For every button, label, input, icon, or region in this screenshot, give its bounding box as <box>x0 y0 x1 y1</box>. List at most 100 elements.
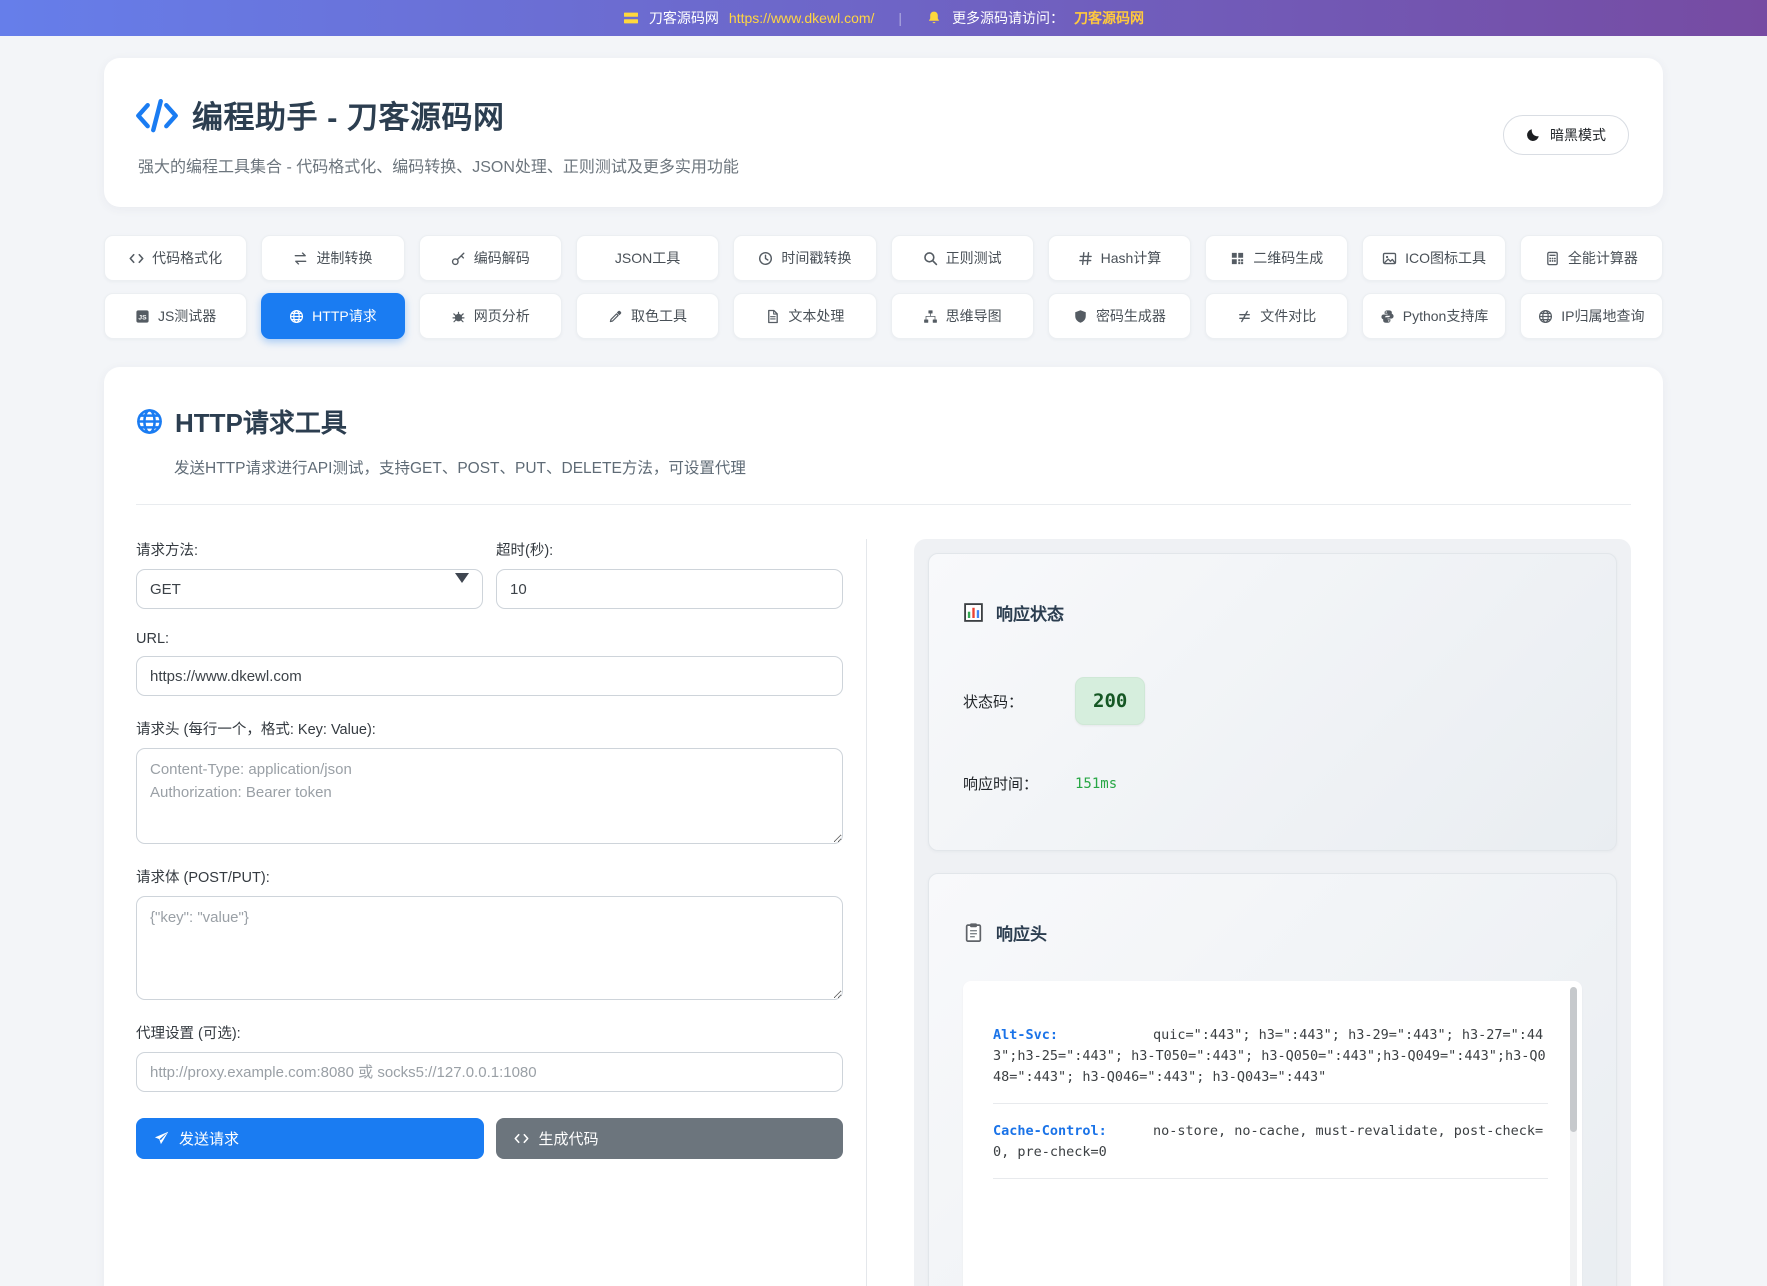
response-header-entry: Cache-Control:no-store, no-cache, must-r… <box>993 1121 1548 1179</box>
topbar-site-url-link[interactable]: https://www.dkewl.com/ <box>729 10 875 26</box>
tab-timestamp[interactable]: 时间戳转换 <box>733 235 876 281</box>
tab-hash-calc[interactable]: Hash计算 <box>1048 235 1191 281</box>
calculator-icon <box>1545 251 1560 266</box>
tab-label: JS测试器 <box>158 306 216 326</box>
request-headers-label: 请求头 (每行一个，格式: Key: Value): <box>136 718 843 739</box>
tab-label: 文件对比 <box>1260 306 1316 326</box>
tab-file-diff[interactable]: 文件对比 <box>1205 293 1348 339</box>
neq-icon <box>1237 309 1252 324</box>
code-icon <box>129 251 144 266</box>
tab-color-picker[interactable]: 取色工具 <box>576 293 719 339</box>
method-label: 请求方法: <box>136 539 483 560</box>
request-form: 请求方法: GET 超时(秒): URL: <box>136 539 843 1286</box>
tab-label: 进制转换 <box>316 248 372 268</box>
tab-label: HTTP请求 <box>312 306 377 326</box>
page-title: 编程助手 - 刀客源码网 <box>192 92 505 137</box>
moon-icon <box>1526 127 1541 142</box>
header-key: Alt-Svc: <box>993 1025 1153 1046</box>
request-headers-textarea[interactable] <box>136 748 843 844</box>
tab-code-format[interactable]: 代码格式化 <box>104 235 247 281</box>
tab-ip-lookup[interactable]: IP归属地查询 <box>1520 293 1663 339</box>
swap-icon <box>293 251 308 266</box>
tab-label: 代码格式化 <box>152 248 222 268</box>
code-icon <box>514 1131 529 1146</box>
tab-label: JSON工具 <box>615 248 680 268</box>
tool-description: 发送HTTP请求进行API测试，支持GET、POST、PUT、DELETE方法，… <box>174 456 1631 478</box>
paper-plane-icon <box>154 1131 169 1146</box>
file-icon <box>765 309 780 324</box>
bars-icon <box>623 10 639 26</box>
response-time-value: 151ms <box>1075 776 1117 792</box>
code-brackets-icon <box>136 97 178 133</box>
send-request-label: 发送请求 <box>179 1128 239 1149</box>
tabs-grid: 代码格式化 进制转换 编码解码 JSON工具 时间戳转换 正则测试 Hash计算 二维码生成 I… <box>104 235 1663 339</box>
tab-regex-test[interactable]: 正则测试 <box>891 235 1034 281</box>
svg-text:JS: JS <box>138 314 147 321</box>
tab-js-tester[interactable]: JS JS测试器 <box>104 293 247 339</box>
js-icon: JS <box>135 309 150 324</box>
globe-icon <box>289 309 304 324</box>
python-icon <box>1380 309 1395 324</box>
request-body-textarea[interactable] <box>136 896 843 1000</box>
tab-label: 网页分析 <box>474 306 530 326</box>
dark-mode-label: 暗黑模式 <box>1550 125 1606 145</box>
tab-json-tools[interactable]: JSON工具 <box>576 235 719 281</box>
timeout-label: 超时(秒): <box>496 539 843 560</box>
tab-label: 正则测试 <box>946 248 1002 268</box>
tab-ico-tool[interactable]: ICO图标工具 <box>1362 235 1505 281</box>
response-status-card: 响应状态 状态码： 200 响应时间： 151ms <box>928 553 1617 851</box>
topbar-more-link[interactable]: 刀客源码网 <box>1074 8 1144 28</box>
tab-label: 全能计算器 <box>1568 248 1638 268</box>
tool-title: HTTP请求工具 <box>175 403 347 440</box>
response-headers-card: 响应头 Alt-Svc:quic=":443"; h3=":443"; h3-2… <box>928 873 1617 1286</box>
tab-mindmap[interactable]: 思维导图 <box>891 293 1034 339</box>
clock-icon <box>758 251 773 266</box>
qr-icon <box>1230 251 1245 266</box>
timeout-input[interactable] <box>496 569 843 609</box>
dark-mode-toggle-button[interactable]: 暗黑模式 <box>1503 115 1629 155</box>
header-key: Cache-Control: <box>993 1121 1153 1142</box>
generate-code-button[interactable]: 生成代码 <box>496 1118 844 1159</box>
topbar-more-text: 更多源码请访问： <box>952 8 1064 28</box>
tab-label: 时间戳转换 <box>781 248 851 268</box>
bug-icon <box>451 309 466 324</box>
tab-encode-decode[interactable]: 编码解码 <box>419 235 562 281</box>
scrollbar-thumb[interactable] <box>1570 987 1577 1132</box>
tab-password-gen[interactable]: 密码生成器 <box>1048 293 1191 339</box>
proxy-input[interactable] <box>136 1052 843 1092</box>
generate-code-label: 生成代码 <box>539 1128 599 1149</box>
image-icon <box>1382 251 1397 266</box>
bell-icon <box>926 10 942 26</box>
tab-label: 编码解码 <box>474 248 530 268</box>
page-subtitle: 强大的编程工具集合 - 代码格式化、编码转换、JSON处理、正则测试及更多实用功… <box>138 153 739 177</box>
url-label: URL: <box>136 631 843 647</box>
url-input[interactable] <box>136 656 843 696</box>
tab-http-request[interactable]: HTTP请求 <box>261 293 404 339</box>
method-select[interactable]: GET <box>136 569 483 609</box>
tab-base-convert[interactable]: 进制转换 <box>261 235 404 281</box>
eyedropper-icon <box>608 309 623 324</box>
tab-label: Python支持库 <box>1403 306 1489 326</box>
bar-chart-icon <box>963 602 984 623</box>
tab-label: 文本处理 <box>788 306 844 326</box>
tab-python-lib[interactable]: Python支持库 <box>1362 293 1505 339</box>
tab-web-analyze[interactable]: 网页分析 <box>419 293 562 339</box>
vertical-divider <box>866 539 867 1286</box>
tab-label: 思维导图 <box>946 306 1002 326</box>
globe-icon <box>1538 309 1553 324</box>
scrollbar[interactable] <box>1570 987 1577 1286</box>
shield-icon <box>1073 309 1088 324</box>
response-header-entry: Alt-Svc:quic=":443"; h3=":443"; h3-29=":… <box>993 1025 1548 1104</box>
tab-qrcode-gen[interactable]: 二维码生成 <box>1205 235 1348 281</box>
response-panel: 响应状态 状态码： 200 响应时间： 151ms 响应头 <box>914 539 1631 1286</box>
top-announcement-bar: 刀客源码网 https://www.dkewl.com/ | 更多源码请访问： … <box>0 0 1767 36</box>
tab-label: Hash计算 <box>1101 248 1162 268</box>
clipboard-icon <box>963 922 984 943</box>
status-code-badge: 200 <box>1075 677 1145 725</box>
topbar-separator: | <box>898 10 902 26</box>
proxy-label: 代理设置 (可选): <box>136 1022 843 1043</box>
tab-text-process[interactable]: 文本处理 <box>733 293 876 339</box>
tab-calculator[interactable]: 全能计算器 <box>1520 235 1663 281</box>
search-icon <box>923 251 938 266</box>
send-request-button[interactable]: 发送请求 <box>136 1118 484 1159</box>
